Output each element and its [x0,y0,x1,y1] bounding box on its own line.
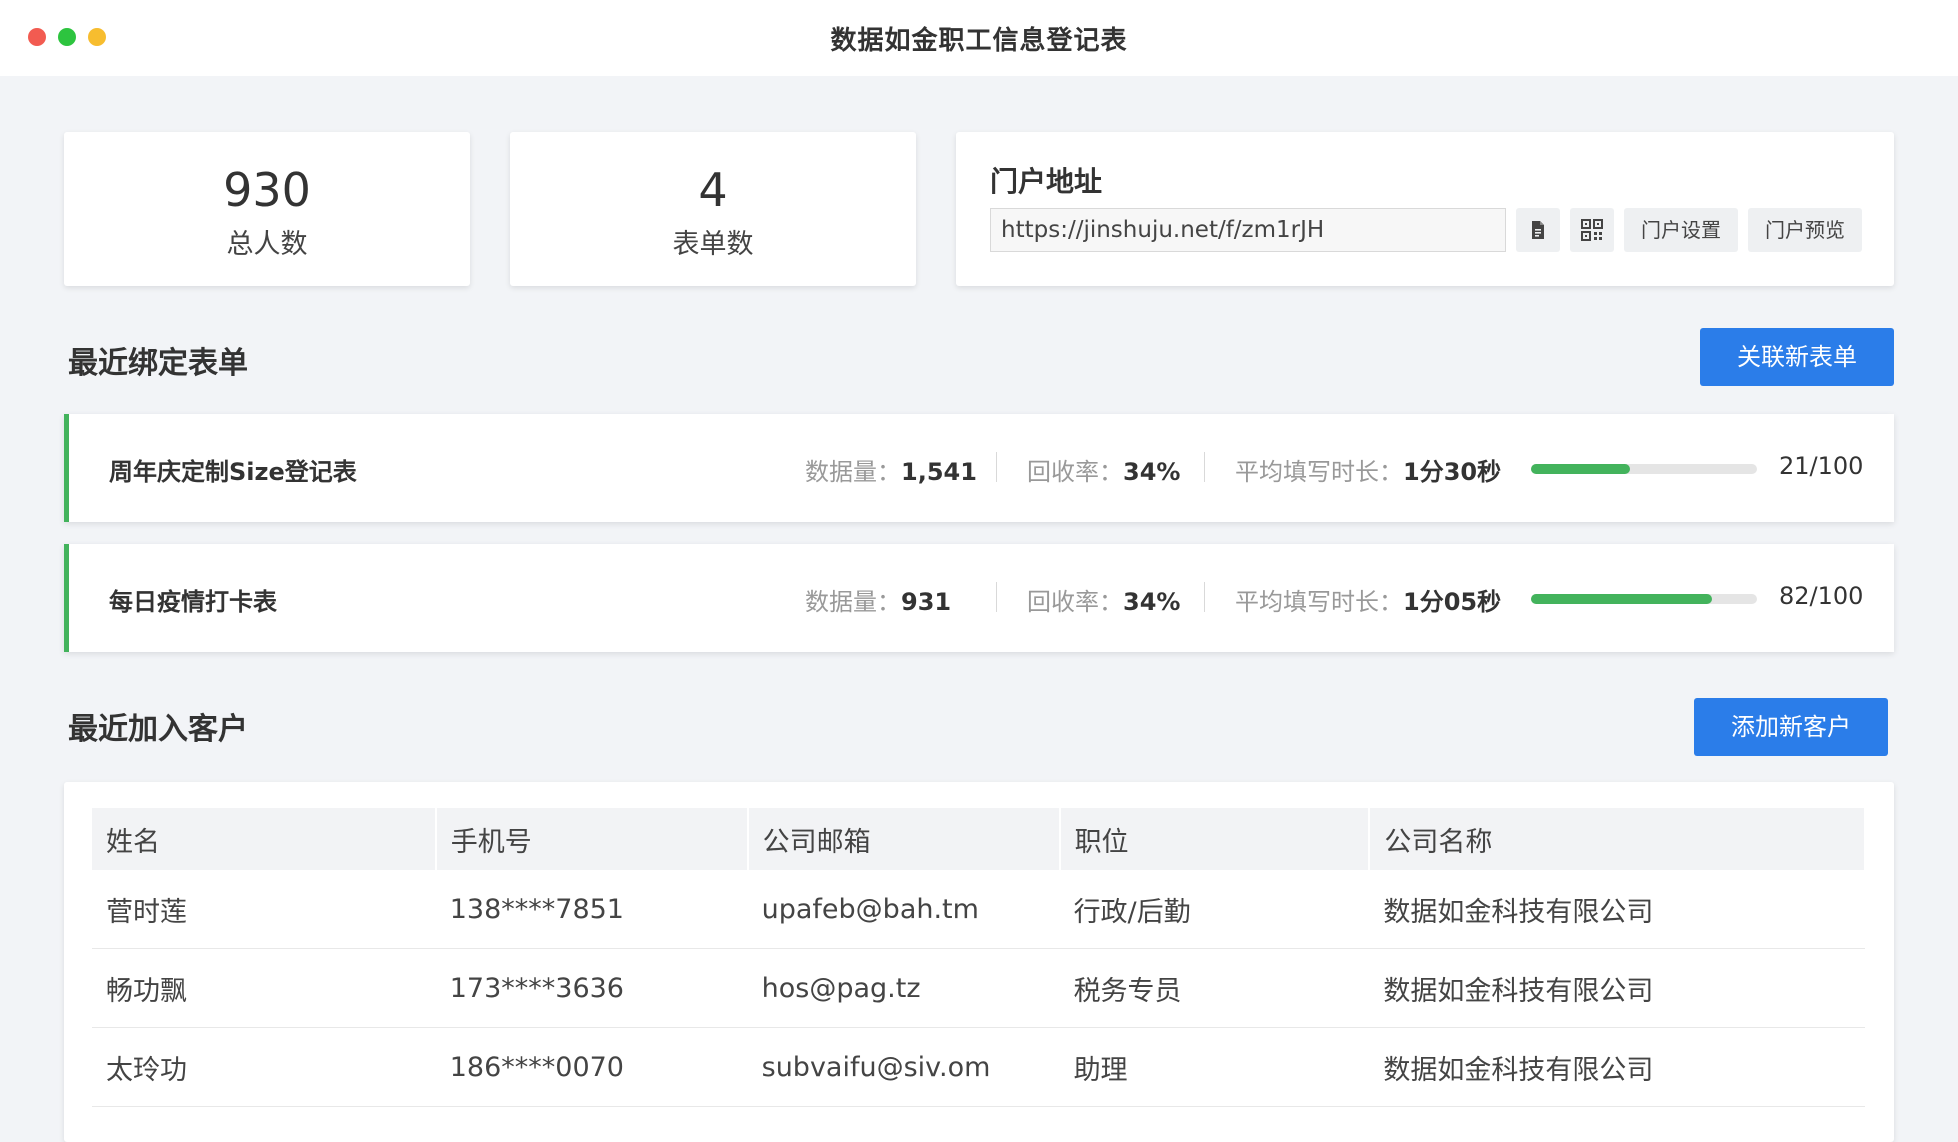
rate-value: 34% [1123,458,1181,486]
duration-value: 1分05秒 [1403,588,1502,616]
copy-url-button[interactable] [1516,208,1560,252]
portal-preview-button[interactable]: 门户预览 [1748,208,1862,252]
form-count-value: 4 [698,163,728,217]
table-cell: 173****3636 [435,948,748,1028]
form-row[interactable]: 每日疫情打卡表 数据量：931 回收率：34% 平均填写时长：1分05秒 82/… [64,544,1894,652]
rate-label: 回收率： [1027,458,1123,486]
table-row[interactable]: 太玲功 186****0070 subvaifu@siv.om 助理 数据如金科… [92,1027,1865,1107]
duration-value: 1分30秒 [1403,458,1502,486]
duration-metric: 平均填写时长：1分30秒 [1235,452,1501,487]
data-count-metric: 数据量：1,541 [805,452,977,487]
link-new-form-button[interactable]: 关联新表单 [1700,328,1894,386]
rate-metric: 回收率：34% [1027,582,1180,617]
table-cell: 菅时莲 [92,870,436,949]
table-cell: 畅功飘 [92,948,436,1028]
table-header-row: 姓名 手机号 公司邮箱 职位 公司名称 [92,808,1866,870]
rate-value: 34% [1123,588,1181,616]
table-row[interactable]: 畅功飘 173****3636 hos@pag.tz 税务专员 数据如金科技有限… [92,948,1865,1028]
column-header-company[interactable]: 公司名称 [1369,808,1866,870]
duration-label: 平均填写时长： [1235,588,1403,616]
progress-bar-fill [1531,594,1712,604]
progress-bar [1531,464,1757,474]
table-cell: subvaifu@siv.om [747,1027,1060,1107]
portal-settings-button[interactable]: 门户设置 [1624,208,1738,252]
data-count-value: 931 [901,588,952,616]
rate-metric: 回收率：34% [1027,452,1180,487]
table-row[interactable]: 菅时莲 138****7851 upafeb@bah.tm 行政/后勤 数据如金… [92,870,1865,949]
qrcode-button[interactable] [1570,208,1614,252]
form-name[interactable]: 每日疫情打卡表 [109,582,277,617]
duration-metric: 平均填写时长：1分05秒 [1235,582,1501,617]
document-icon [1532,221,1544,239]
progress-bar-fill [1531,464,1631,474]
table-cell: upafeb@bah.tm [747,870,1060,949]
table-cell: hos@pag.tz [747,948,1060,1028]
table-cell: 数据如金科技有限公司 [1369,1027,1865,1107]
add-customer-button[interactable]: 添加新客户 [1694,698,1888,756]
total-people-card: 930 总人数 [64,132,470,286]
table-cell: 助理 [1059,1027,1370,1107]
progress-text: 82/100 [1779,582,1864,610]
customers-table: 姓名 手机号 公司邮箱 职位 公司名称 菅时莲 138****7851 upaf… [92,808,1866,1107]
column-header-email[interactable]: 公司邮箱 [747,808,1061,870]
table-cell: 太玲功 [92,1027,436,1107]
window-titlebar: 数据如金职工信息登记表 [0,0,1958,76]
recent-forms-title: 最近绑定表单 [68,346,248,381]
rate-label: 回收率： [1027,588,1123,616]
form-row[interactable]: 周年庆定制Size登记表 数据量：1,541 回收率：34% 平均填写时长：1分… [64,414,1894,522]
table-cell: 数据如金科技有限公司 [1369,948,1865,1028]
form-count-card: 4 表单数 [510,132,916,286]
column-header-name[interactable]: 姓名 [92,808,437,870]
duration-label: 平均填写时长： [1235,458,1403,486]
column-header-position[interactable]: 职位 [1059,808,1371,870]
data-count-value: 1,541 [901,458,977,486]
progress-bar [1531,594,1757,604]
metric-divider [1204,582,1205,612]
portal-title: 门户地址 [990,165,1103,198]
data-count-metric: 数据量：931 [805,582,951,617]
total-people-value: 930 [223,163,311,217]
portal-url-field[interactable]: https://jinshuju.net/f/zm1rJH [990,208,1506,252]
qrcode-icon [1581,219,1603,241]
table-cell: 186****0070 [435,1027,748,1107]
recent-customers-title: 最近加入客户 [68,712,248,747]
metric-divider [1204,452,1205,482]
total-people-label: 总人数 [226,229,308,260]
column-header-phone[interactable]: 手机号 [435,808,749,870]
metric-divider [996,452,997,482]
table-cell: 行政/后勤 [1059,870,1370,949]
data-count-label: 数据量： [805,588,901,616]
window-title: 数据如金职工信息登记表 [830,26,1128,56]
table-cell: 数据如金科技有限公司 [1369,870,1865,949]
data-count-label: 数据量： [805,458,901,486]
progress-text: 21/100 [1779,452,1864,480]
portal-card: 门户地址 https://jinshuju.net/f/zm1rJH 门户设置 … [956,132,1894,286]
customers-table-card: 姓名 手机号 公司邮箱 职位 公司名称 菅时莲 138****7851 upaf… [64,782,1894,1142]
table-cell: 税务专员 [1059,948,1370,1028]
form-count-label: 表单数 [672,229,754,260]
form-name[interactable]: 周年庆定制Size登记表 [109,452,357,487]
table-cell: 138****7851 [435,870,748,949]
metric-divider [996,582,997,612]
